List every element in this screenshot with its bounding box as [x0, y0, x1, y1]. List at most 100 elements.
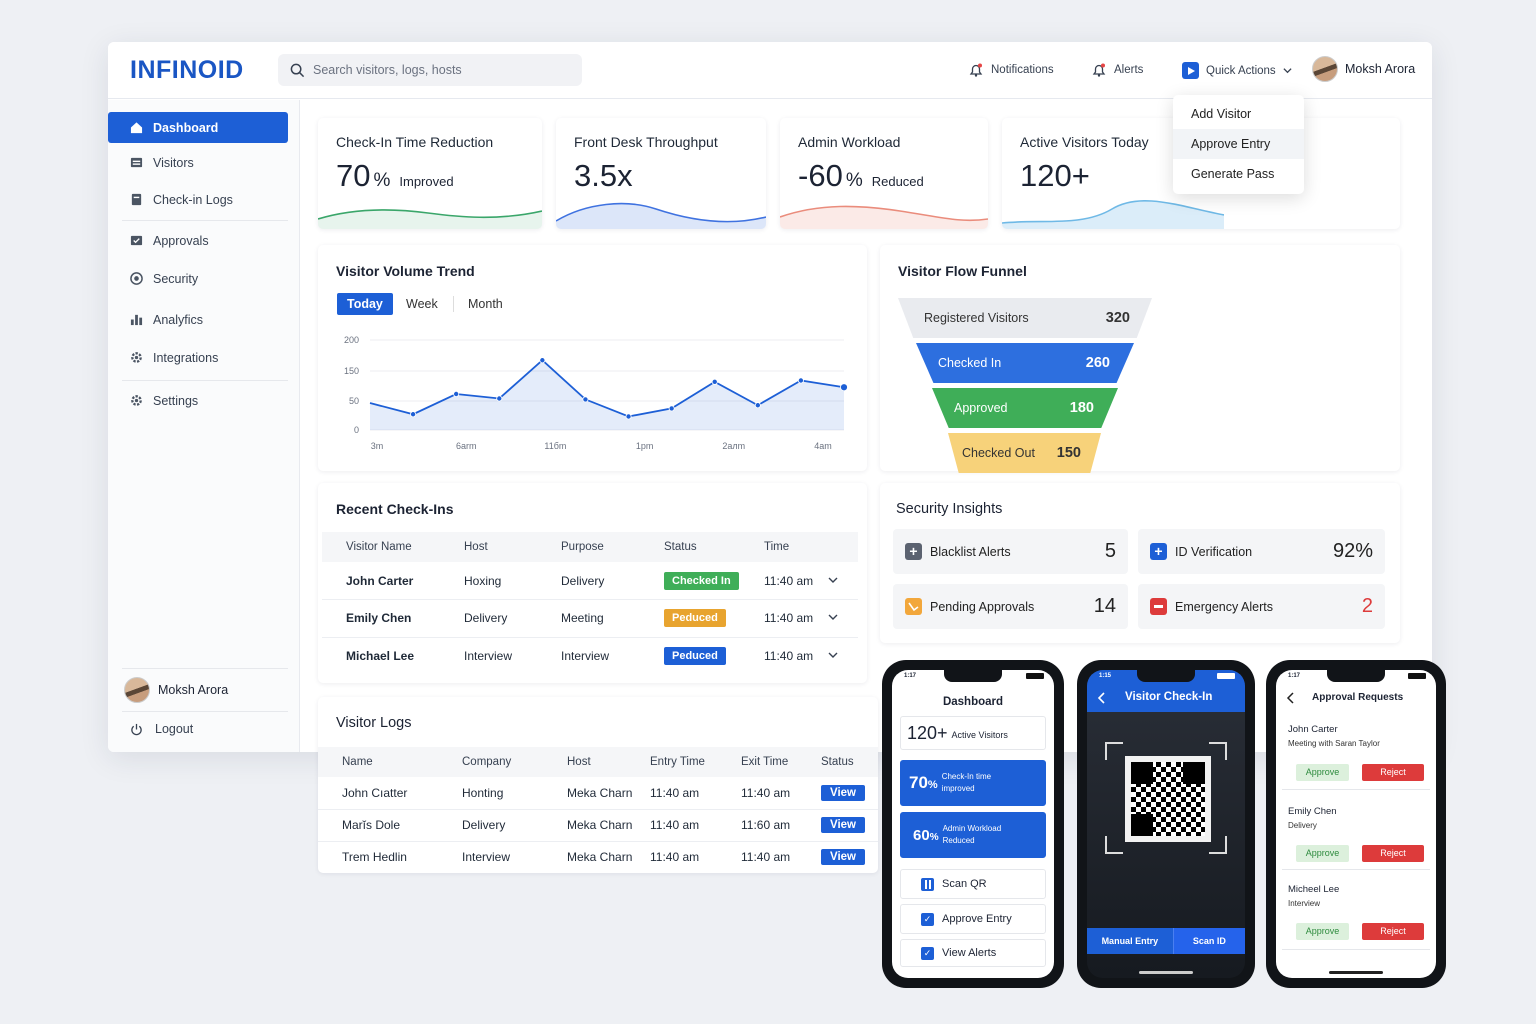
logout-button[interactable]: Logout	[130, 722, 193, 736]
sidebar-item-label: Integrations	[153, 350, 219, 365]
data-point[interactable]	[711, 378, 718, 385]
expand-cell[interactable]	[828, 637, 858, 675]
view-button[interactable]: View	[821, 817, 865, 833]
sidebar: Dashboard Visitors Check-in Logs Approva…	[108, 100, 300, 752]
menu-item-add-visitor[interactable]: Add Visitor	[1173, 99, 1304, 129]
table-row[interactable]: John Carter Hoxing Delivery Checked In 1…	[322, 562, 858, 600]
back-arrow-icon[interactable]	[1097, 692, 1107, 704]
tab-today[interactable]: Today	[337, 293, 393, 315]
check-in-time-tile[interactable]: 70% Check-In time improved	[900, 760, 1046, 806]
data-point[interactable]	[582, 396, 589, 403]
home-indicator	[1329, 971, 1383, 974]
funnel-stage-approved: Approved 180	[932, 388, 1118, 428]
manual-entry-button[interactable]: Manual Entry	[1087, 928, 1173, 954]
section-title: Recent Check-Ins	[336, 501, 454, 517]
sidebar-item-visitors[interactable]: Visitors	[108, 147, 288, 178]
kpi-value: 70% Improved	[336, 158, 454, 194]
tile-label: Pending Approvals	[930, 599, 1035, 614]
funnel-stage-checked-in: Checked In 260	[916, 343, 1134, 383]
data-point[interactable]	[668, 405, 675, 412]
tile-value: 70%	[909, 773, 938, 793]
notifications-button[interactable]: Notifications	[968, 62, 1054, 78]
pending-approvals-tile[interactable]: Pending Approvals 14	[893, 584, 1128, 629]
app-logo[interactable]: INFINOID	[130, 56, 244, 85]
scan-id-button[interactable]: Scan ID	[1172, 928, 1245, 954]
data-point[interactable]	[496, 395, 503, 402]
menu-item-approve-entry[interactable]: Approve Entry	[1173, 129, 1304, 159]
emergency-alerts-tile[interactable]: Emergency Alerts 2	[1138, 584, 1385, 629]
bell-icon	[1092, 63, 1106, 77]
gear-icon	[131, 395, 142, 406]
blacklist-alerts-tile[interactable]: + Blacklist Alerts 5	[893, 529, 1128, 574]
tile-value: 92%	[1332, 540, 1373, 562]
sidebar-item-label: Approvals	[153, 233, 209, 248]
column-header: Status	[821, 747, 878, 777]
search-input[interactable]: Search visitors, logs, hosts	[278, 54, 582, 86]
expand-cell[interactable]	[828, 562, 858, 600]
view-button[interactable]: View	[821, 784, 865, 801]
reject-button[interactable]: Reject	[1362, 845, 1424, 862]
sidebar-item-settings[interactable]: Settings	[108, 385, 288, 416]
action-label: Scan QR	[942, 878, 987, 890]
sidebar-item-integrations[interactable]: Integrations	[108, 342, 288, 373]
table-row[interactable]: Emily Chen Delivery Meeting Peduced 11:4…	[322, 599, 858, 638]
line-chart: 200 150 50 0 3m 6arm 11бm 1pm 2aлm 4am	[344, 335, 848, 451]
section-title: Security Insights	[896, 501, 1003, 517]
table-row[interactable]: Marĭs Dole Delivery Meka Charn 11:40 am …	[318, 809, 878, 842]
data-point[interactable]	[539, 357, 546, 364]
expand-cell[interactable]	[828, 599, 858, 638]
view-button[interactable]: View	[821, 849, 865, 866]
approval-request: Micheel Lee Interview Approve Reject	[1282, 876, 1430, 950]
kpi-sparkline	[318, 209, 542, 229]
quick-actions-button[interactable]: Quick Actions	[1182, 62, 1292, 79]
chevron-down-icon[interactable]	[828, 575, 838, 585]
approve-button[interactable]: Approve	[1296, 764, 1349, 781]
sidebar-item-dashboard[interactable]: Dashboard	[108, 112, 288, 143]
id-verification-tile[interactable]: + ID Verification 92%	[1138, 529, 1385, 574]
tab-month[interactable]: Month	[458, 293, 513, 315]
approval-request: John Carter Meeting with Saran Taylor Ap…	[1282, 714, 1430, 790]
column-header	[828, 532, 858, 562]
approve-button[interactable]: Approve	[1296, 923, 1349, 940]
sidebar-item-security[interactable]: Security	[108, 263, 288, 294]
y-tick-label: 150	[344, 366, 359, 376]
funnel-stage-label: Checked In	[938, 356, 1002, 370]
log-status: View	[821, 841, 878, 873]
sidebar-item-analytics[interactable]: Analyfics	[108, 304, 288, 335]
chevron-down-icon[interactable]	[828, 650, 838, 660]
sidebar-user-name: Moksh Arora	[158, 683, 229, 697]
data-point[interactable]	[625, 413, 632, 420]
reject-button[interactable]: Reject	[1362, 923, 1424, 940]
menu-item-generate-pass[interactable]: Generate Pass	[1173, 159, 1304, 189]
data-point[interactable]	[840, 383, 848, 392]
sidebar-user[interactable]: Moksh Arora	[124, 677, 228, 703]
admin-workload-tile[interactable]: 60% Admin Workload Reduced	[900, 812, 1046, 858]
reject-button[interactable]: Reject	[1362, 764, 1424, 781]
table-row[interactable]: Michael Lee Interview Interview Peduced …	[322, 637, 858, 675]
table-row[interactable]: Trem Hedlin Interview Meka Charn 11:40 a…	[318, 841, 878, 873]
view-alerts-button[interactable]: ✓ View Alerts	[900, 939, 1046, 967]
data-point[interactable]	[453, 391, 460, 398]
funnel-stage-value: 150	[1056, 445, 1081, 461]
approve-button[interactable]: Approve	[1296, 845, 1349, 862]
table-row[interactable]: John Cıatter Honting Meka Charn 11:40 am…	[318, 777, 878, 810]
tile-label-line: improved	[941, 784, 975, 793]
tile-unit: %	[927, 779, 938, 791]
approve-entry-button[interactable]: ✓ Approve Entry	[900, 904, 1046, 934]
kpi-number: 3.5x	[574, 158, 633, 193]
scan-qr-button[interactable]: Scan QR	[900, 869, 1046, 899]
user-menu[interactable]: Moksh Arora	[1312, 56, 1415, 82]
sidebar-item-check-in-logs[interactable]: Check-in Logs	[108, 184, 288, 215]
alerts-button[interactable]: Alerts	[1091, 62, 1143, 78]
recent-check-ins-table: Visitor Name Host Purpose Status Time Jo…	[322, 532, 858, 675]
data-point[interactable]	[797, 377, 804, 384]
sidebar-item-approvals[interactable]: Approvals	[108, 225, 288, 256]
active-visitors-tile: 120+ Active Visitors	[900, 716, 1046, 750]
data-point[interactable]	[410, 411, 417, 418]
back-arrow-icon[interactable]	[1286, 692, 1296, 704]
tab-week[interactable]: Week	[396, 293, 448, 315]
grid-icon	[921, 877, 934, 891]
data-point[interactable]	[754, 402, 761, 409]
tile-number: 70	[909, 773, 928, 792]
chevron-down-icon[interactable]	[828, 612, 838, 622]
